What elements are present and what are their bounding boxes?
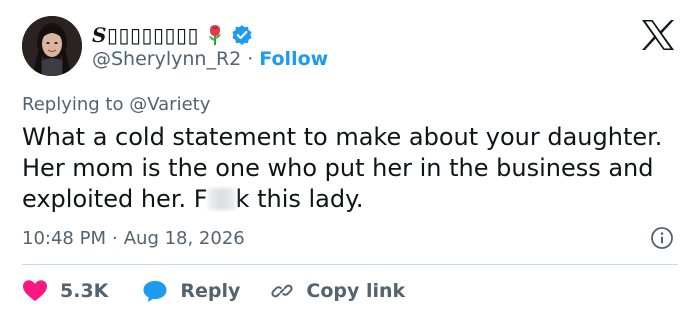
replying-to: Replying to @Variety <box>22 94 210 115</box>
user-handle[interactable]: @Sherylynn_R2 <box>92 48 241 70</box>
copy-link-label: Copy link <box>306 280 406 302</box>
heart-icon <box>23 280 47 301</box>
reply-mention-link[interactable]: @Variety <box>129 94 210 115</box>
name-row: S▯▯▯▯▯▯▯▯ <box>92 22 253 48</box>
reply-bubble-icon <box>143 281 167 302</box>
rose-icon <box>205 24 225 46</box>
tweet-text: What a cold statement to make about your… <box>22 122 672 215</box>
tweet-embed: S▯▯▯▯▯▯▯▯ @Sherylynn_R2 · Follow Replyin… <box>0 0 700 318</box>
display-name[interactable]: S▯▯▯▯▯▯▯▯ <box>92 23 199 47</box>
replying-to-label: Replying to <box>22 94 124 115</box>
censor-blur <box>207 188 236 210</box>
meta-separator: · <box>111 228 118 249</box>
profile-photo <box>22 16 82 76</box>
info-icon[interactable] <box>650 226 674 250</box>
tweet-time: 10:48 PM <box>22 228 106 249</box>
link-icon <box>271 284 294 298</box>
copy-link-button[interactable]: Copy link <box>270 279 405 303</box>
tweet-text-part-2: k this lady. <box>235 185 364 213</box>
x-logo-icon[interactable] <box>640 19 676 51</box>
verified-badge-icon <box>231 24 253 46</box>
action-bar: 5.3K Reply Copy link <box>22 276 405 306</box>
like-count: 5.3K <box>60 280 109 302</box>
handle-row: @Sherylynn_R2 · Follow <box>92 48 328 70</box>
avatar[interactable] <box>22 16 82 76</box>
tweet-timestamp[interactable]: 10:48 PM · Aug 18, 2026 <box>22 228 245 249</box>
like-button[interactable]: 5.3K <box>22 279 108 303</box>
reply-button[interactable]: Reply <box>142 279 240 303</box>
divider <box>22 264 678 265</box>
separator: · <box>247 48 254 70</box>
tweet-date: Aug 18, 2026 <box>123 228 245 249</box>
reply-label: Reply <box>180 280 241 302</box>
follow-button[interactable]: Follow <box>259 48 328 70</box>
